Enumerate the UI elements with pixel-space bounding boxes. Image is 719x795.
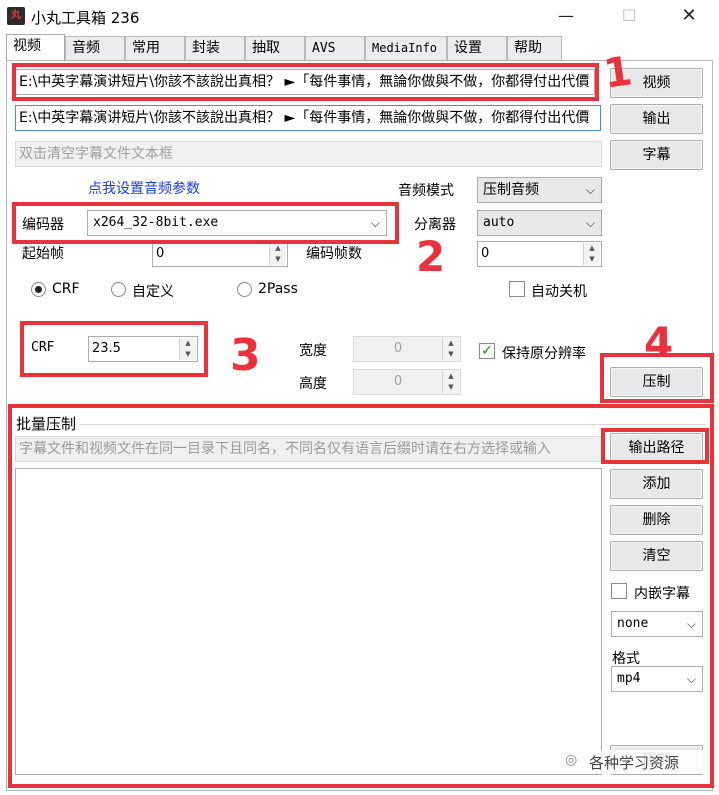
tab-mux[interactable]: 封装 <box>185 36 245 60</box>
width-value: 0 <box>393 341 403 356</box>
tab-avs[interactable]: AVS <box>305 36 365 60</box>
height-value: 0 <box>393 374 403 389</box>
custom-radio-label: 自定义 <box>132 284 174 300</box>
annotation-number-2: 2 <box>416 232 446 281</box>
crf-radio[interactable] <box>31 282 46 297</box>
spin-arrows-icon[interactable]: ▲ ▼ <box>442 371 459 393</box>
audio-settings-link[interactable]: 点我设置音频参数 <box>88 178 200 198</box>
tab-help[interactable]: 帮助 <box>507 36 562 60</box>
tab-extract[interactable]: 抽取 <box>245 36 305 60</box>
tab-audio[interactable]: 音频 <box>65 36 125 60</box>
tab-common[interactable]: 常用 <box>125 36 185 60</box>
keep-resolution-label: 保持原分辨率 <box>502 346 586 362</box>
close-icon[interactable]: ✕ <box>666 0 712 32</box>
audio-mode-select[interactable]: 压制音频 ⌵ <box>477 177 602 203</box>
demuxer-label: 分离器 <box>414 217 456 233</box>
crf-radio-label: CRF <box>52 281 80 297</box>
frame-count-value: 0 <box>481 246 490 261</box>
audio-mode-value: 压制音频 <box>483 182 539 198</box>
demuxer-select[interactable]: auto ⌵ <box>477 210 602 236</box>
annotation-box-3 <box>20 321 208 377</box>
custom-radio[interactable] <box>111 282 126 297</box>
annotation-number-4: 4 <box>644 318 674 367</box>
output-button[interactable]: 输出 <box>610 104 703 134</box>
height-label: 高度 <box>299 376 327 392</box>
annotation-box-2 <box>12 202 399 244</box>
twopass-radio-label: 2Pass <box>258 281 298 297</box>
annotation-box-output-path <box>601 428 709 464</box>
output-path-input[interactable]: E:\中英字幕演讲短片\你該不該說出真相？ ►「每件事情，無論你做與不做，你都得… <box>15 105 601 131</box>
spin-arrows-icon[interactable]: ▲ ▼ <box>442 338 459 360</box>
start-frame-value: 0 <box>156 246 165 261</box>
annotation-box-1 <box>12 63 599 101</box>
width-input[interactable]: 0 ▲ ▼ <box>353 336 461 362</box>
spin-arrows-icon[interactable]: ▲ ▼ <box>269 243 286 265</box>
audio-mode-label: 音频模式 <box>398 183 454 199</box>
auto-shutdown-checkbox[interactable] <box>509 281 525 297</box>
chevron-down-icon: ⌵ <box>585 183 595 197</box>
frame-count-input[interactable]: 0 ▲ ▼ <box>477 241 602 267</box>
app-icon: 丸 <box>7 7 25 25</box>
height-input[interactable]: 0 ▲ ▼ <box>353 369 461 395</box>
frame-count-label: 编码帧数 <box>306 246 362 262</box>
tab-video[interactable]: 视频 <box>6 34 65 60</box>
annotation-number-3: 3 <box>230 330 261 381</box>
subtitle-button[interactable]: 字幕 <box>610 140 703 170</box>
tab-settings[interactable]: 设置 <box>447 36 507 60</box>
maximize-icon[interactable]: ☐ <box>606 0 652 32</box>
subtitle-path-input[interactable]: 双击清空字幕文件文本框 <box>15 141 602 167</box>
window-title: 小丸工具箱 236 <box>31 9 140 27</box>
spin-arrows-icon[interactable]: ▲ ▼ <box>583 243 600 265</box>
width-label: 宽度 <box>299 343 327 359</box>
start-frame-input[interactable]: 0 ▲ ▼ <box>152 241 288 267</box>
tab-mediainfo[interactable]: MediaInfo <box>365 36 447 60</box>
start-frame-label: 起始帧 <box>22 246 64 262</box>
title-bar: 丸 小丸工具箱 236 — ☐ ✕ <box>0 0 719 34</box>
twopass-radio[interactable] <box>237 282 252 297</box>
keep-resolution-checkbox[interactable]: ✓ <box>479 343 495 359</box>
auto-shutdown-label: 自动关机 <box>531 284 587 300</box>
demuxer-value: auto <box>483 215 515 230</box>
minimize-icon[interactable]: — <box>543 0 589 32</box>
chevron-down-icon: ⌵ <box>585 216 595 230</box>
